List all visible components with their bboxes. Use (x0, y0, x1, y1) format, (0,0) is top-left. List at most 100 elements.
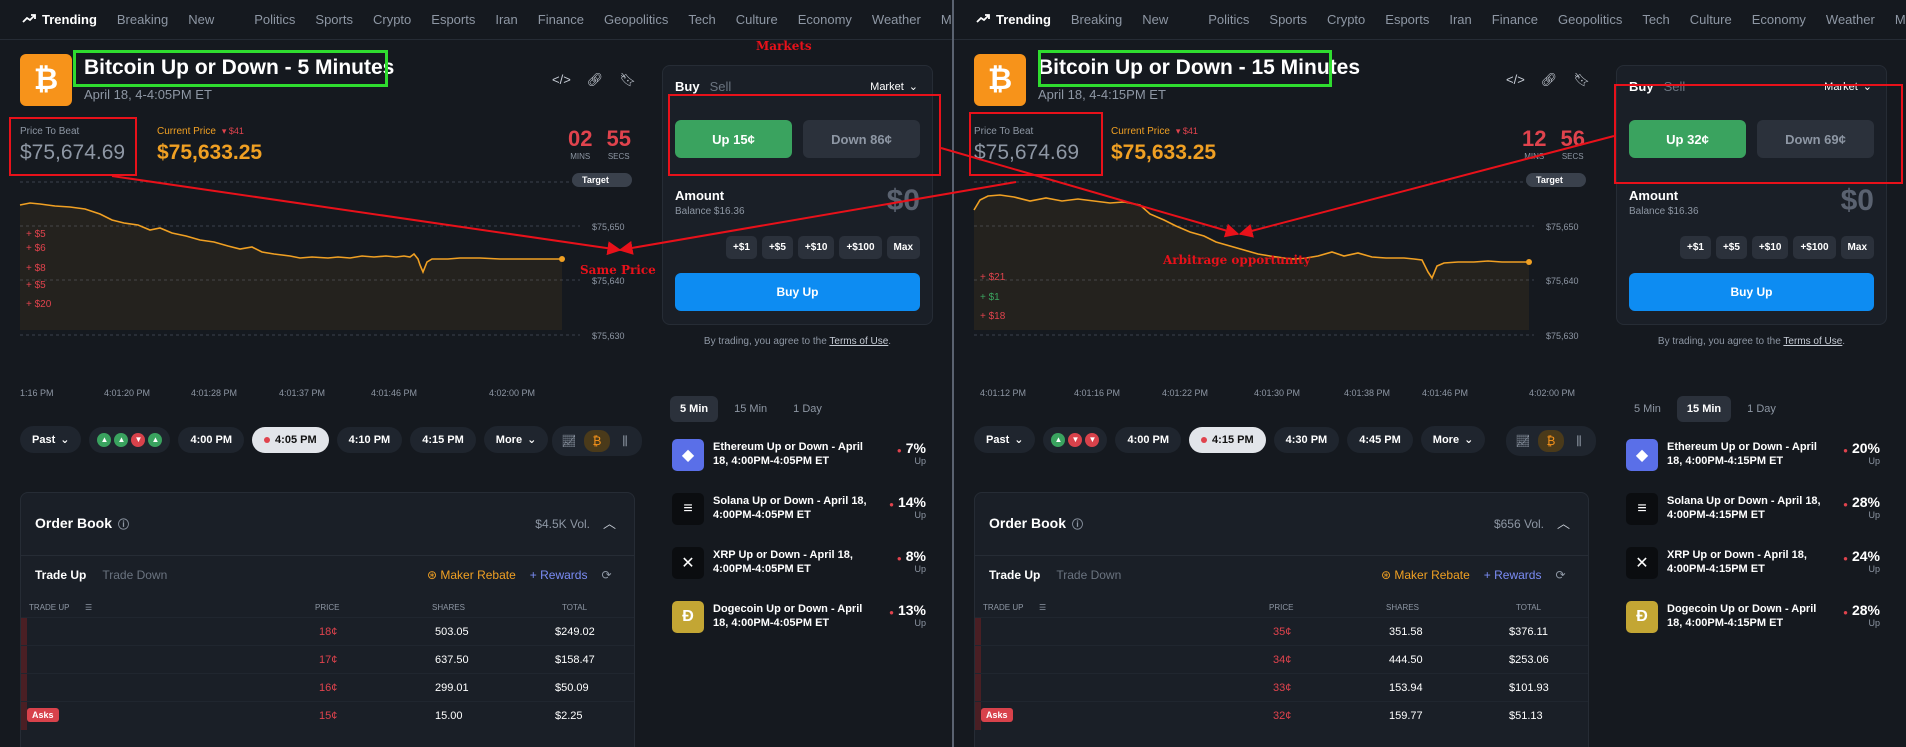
tab-trade-down[interactable]: Trade Down (102, 568, 167, 582)
embed-code-icon[interactable]: </> (1506, 72, 1525, 88)
nav-item-geopolitics[interactable]: Geopolitics (604, 12, 668, 27)
past-dropdown[interactable]: Past ⌄ (20, 426, 82, 453)
nav-item-finance[interactable]: Finance (1492, 12, 1538, 27)
nav-item-geopolitics[interactable]: Geopolitics (1558, 12, 1622, 27)
nav-item-tech[interactable]: Tech (688, 12, 715, 27)
down-outcome-button[interactable]: Down 86¢ (803, 120, 920, 158)
line-chart-icon[interactable]: 📈︎ (1510, 430, 1536, 452)
tab-sell[interactable]: Sell (710, 79, 732, 94)
time-chip[interactable]: 4:00 PM (178, 426, 245, 453)
line-chart-icon[interactable]: 📈︎ (556, 430, 582, 452)
past-dropdown[interactable]: Past ⌄ (974, 426, 1036, 453)
refresh-icon[interactable]: ⟳ (1555, 568, 1565, 582)
nav-item-politics[interactable]: Politics (254, 12, 295, 27)
nav-item-new[interactable]: New (1142, 12, 1168, 27)
tab-buy[interactable]: Buy (1629, 79, 1654, 94)
list-item[interactable]: ✕ XRP Up or Down - April 18, 4:00PM-4:05P… (672, 545, 932, 581)
table-row[interactable]: 33¢ 153.94 $101.93 (975, 673, 1588, 702)
tab-trade-up[interactable]: Trade Up (35, 568, 86, 582)
tab-trade-down[interactable]: Trade Down (1056, 568, 1121, 582)
time-chip[interactable]: 4:15 PM (1189, 426, 1266, 453)
nav-item-weather[interactable]: Weather (872, 12, 921, 27)
down-outcome-button[interactable]: Down 69¢ (1757, 120, 1874, 158)
nav-item-tech[interactable]: Tech (1642, 12, 1669, 27)
nav-item-trending[interactable]: Trending (976, 12, 1051, 27)
order-type-dropdown[interactable]: Market ⌄ (870, 80, 918, 93)
nav-item-economy[interactable]: Economy (1752, 12, 1806, 27)
nav-item-sports[interactable]: Sports (315, 12, 353, 27)
time-chip[interactable]: 4:30 PM (1273, 426, 1340, 453)
quick-amount-button[interactable]: Max (1840, 236, 1874, 259)
rewards-link[interactable]: + Rewards (530, 568, 588, 582)
time-chip[interactable]: 4:45 PM (1347, 426, 1413, 453)
tab-1-day[interactable]: 1 Day (783, 396, 832, 422)
tab-5-min[interactable]: 5 Min (670, 396, 719, 422)
bitcoin-chart-icon[interactable]: ₿ (584, 430, 610, 452)
collapse-icon[interactable]: ︿ (1557, 513, 1570, 532)
list-item[interactable]: ≡ Solana Up or Down - April 18, 4:00PM-4:… (672, 491, 932, 527)
table-row[interactable]: 17¢ 637.50 $158.47 (21, 645, 634, 674)
maker-rebate-link[interactable]: ⊛ Maker Rebate (1381, 568, 1470, 582)
buy-up-button[interactable]: Buy Up (675, 273, 920, 311)
table-row[interactable]: 16¢ 299.01 $50.09 (21, 673, 634, 702)
up-outcome-button[interactable]: Up 15¢ (675, 120, 792, 158)
tab-1-day[interactable]: 1 Day (1737, 396, 1786, 422)
more-dropdown[interactable]: More ⌄ (1420, 426, 1486, 453)
nav-item-politics[interactable]: Politics (1208, 12, 1249, 27)
list-item[interactable]: Ð Dogecoin Up or Down - April 18, 4:00PM-… (1626, 599, 1886, 635)
link-icon[interactable]: 🔗︎ (587, 72, 604, 88)
tab-5-min[interactable]: 5 Min (1624, 396, 1671, 422)
terms-of-use-link[interactable]: Terms of Use (1783, 336, 1842, 347)
quick-amount-button[interactable]: +$5 (761, 236, 793, 259)
candlestick-icon[interactable]: ⫼ (612, 430, 638, 452)
nav-item-new[interactable]: New (188, 12, 214, 27)
table-row[interactable]: 34¢ 444.50 $253.06 (975, 645, 1588, 674)
table-row[interactable]: Asks 32¢ 159.77 $51.13 (975, 701, 1588, 730)
nav-item-sports[interactable]: Sports (1269, 12, 1307, 27)
tab-sell[interactable]: Sell (1664, 79, 1686, 94)
collapse-icon[interactable]: ︿ (603, 513, 616, 532)
quick-amount-button[interactable]: +$1 (725, 236, 757, 259)
amount-input[interactable]: $0 (1841, 184, 1874, 218)
nav-item-crypto[interactable]: Crypto (1327, 12, 1365, 27)
tab-trade-up[interactable]: Trade Up (989, 568, 1040, 582)
nav-item-finance[interactable]: Finance (538, 12, 584, 27)
bitcoin-chart-icon[interactable]: ₿ (1538, 430, 1564, 452)
quick-amount-button[interactable]: +$10 (1751, 236, 1789, 259)
nav-item-iran[interactable]: Iran (495, 12, 517, 27)
nav-item-esports[interactable]: Esports (1385, 12, 1429, 27)
list-item[interactable]: ✕ XRP Up or Down - April 18, 4:00PM-4:15P… (1626, 545, 1886, 581)
rewards-link[interactable]: + Rewards (1484, 568, 1542, 582)
time-chip[interactable]: 4:10 PM (336, 426, 403, 453)
maker-rebate-link[interactable]: ⊛ Maker Rebate (427, 568, 516, 582)
nav-item-culture[interactable]: Culture (736, 12, 778, 27)
buy-up-button[interactable]: Buy Up (1629, 273, 1874, 311)
nav-item-mentions[interactable]: Mentions (1895, 12, 1906, 27)
list-item[interactable]: Ð Dogecoin Up or Down - April 18, 4:00PM-… (672, 599, 932, 635)
time-chip[interactable]: 4:00 PM (1115, 426, 1182, 453)
bookmark-icon[interactable]: 🔖︎ (1573, 72, 1590, 88)
more-dropdown[interactable]: More ⌄ (483, 426, 549, 453)
link-icon[interactable]: 🔗︎ (1541, 72, 1558, 88)
list-item[interactable]: ◆ Ethereum Up or Down - April 18, 4:00PM-… (672, 437, 932, 473)
order-type-dropdown[interactable]: Market ⌄ (1824, 80, 1872, 93)
nav-item-iran[interactable]: Iran (1449, 12, 1471, 27)
nav-item-crypto[interactable]: Crypto (373, 12, 411, 27)
quick-amount-button[interactable]: +$1 (1679, 236, 1711, 259)
table-row[interactable]: Asks 15¢ 15.00 $2.25 (21, 701, 634, 730)
tab-buy[interactable]: Buy (675, 79, 700, 94)
time-chip[interactable]: 4:05 PM (252, 426, 329, 453)
nav-item-breaking[interactable]: Breaking (1071, 12, 1122, 27)
nav-item-culture[interactable]: Culture (1690, 12, 1732, 27)
nav-item-breaking[interactable]: Breaking (117, 12, 168, 27)
quick-amount-button[interactable]: +$5 (1715, 236, 1747, 259)
refresh-icon[interactable]: ⟳ (601, 568, 611, 582)
embed-code-icon[interactable]: </> (552, 72, 571, 88)
quick-amount-button[interactable]: +$100 (1793, 236, 1836, 259)
table-row[interactable]: 18¢ 503.05 $249.02 (21, 617, 634, 646)
list-item[interactable]: ◆ Ethereum Up or Down - April 18, 4:00PM-… (1626, 437, 1886, 473)
terms-of-use-link[interactable]: Terms of Use (829, 336, 888, 347)
amount-input[interactable]: $0 (887, 184, 920, 218)
order-book-title[interactable]: Order Book ⓘ (35, 515, 129, 532)
tab-15-min[interactable]: 15 Min (724, 396, 777, 422)
